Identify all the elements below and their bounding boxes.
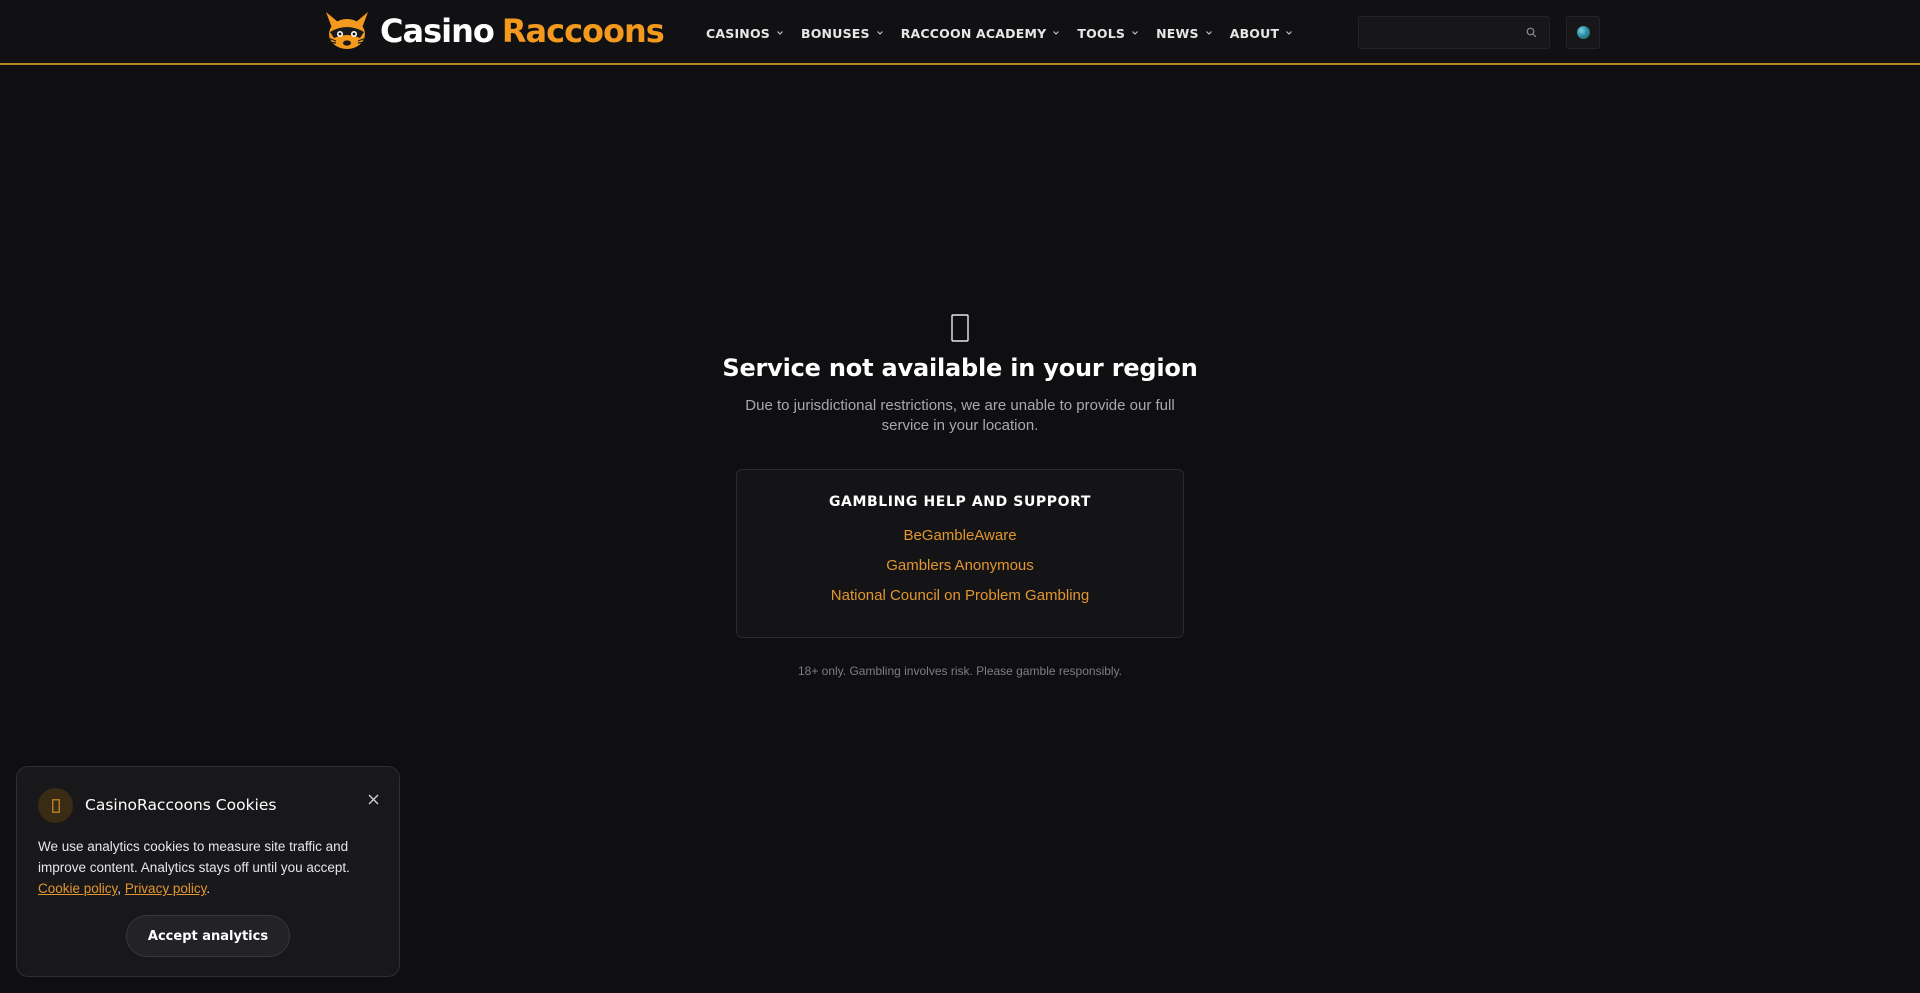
cookie-banner: CasinoRaccoons Cookies We use analytics … [16, 766, 400, 977]
search-input[interactable] [1359, 17, 1519, 48]
close-icon[interactable] [365, 791, 381, 807]
nav-item-casinos[interactable]: CASINOS [706, 22, 784, 44]
cookie-body-text: We use analytics cookies to measure site… [38, 839, 350, 875]
nav-item-label: NEWS [1156, 25, 1199, 41]
link-ncpg[interactable]: National Council on Problem Gambling [831, 587, 1089, 604]
gambling-help-box: GAMBLING HELP AND SUPPORT BeGambleAware … [736, 469, 1184, 638]
cookie-policy-link[interactable]: Cookie policy [38, 881, 117, 896]
nav-item-label: RACCOON ACADEMY [900, 25, 1047, 41]
search-icon[interactable] [1526, 27, 1537, 38]
nav-item-about[interactable]: ABOUT [1230, 22, 1294, 44]
nav-item-label: CASINOS [706, 25, 770, 41]
region-block-message: Service not available in your region Due… [0, 300, 1920, 678]
close-glyph [368, 794, 378, 804]
help-box-title: GAMBLING HELP AND SUPPORT [828, 494, 1092, 510]
privacy-policy-link[interactable]: Privacy policy [125, 881, 207, 896]
globe-icon [1576, 26, 1590, 39]
cookie-banner-title: CasinoRaccoons Cookies [85, 796, 277, 814]
nav-item-label: ABOUT [1229, 25, 1280, 41]
link-begambleaware[interactable]: BeGambleAware [903, 527, 1016, 544]
lock-icon [951, 314, 969, 342]
chevron-down-icon [777, 31, 783, 35]
chevron-down-icon [876, 31, 883, 35]
accept-analytics-button[interactable]: Accept analytics [126, 915, 290, 957]
age-disclaimer: 18+ only. Gambling involves risk. Please… [797, 664, 1123, 678]
chevron-down-icon [1205, 31, 1212, 35]
link-gamblers-anonymous[interactable]: Gamblers Anonymous [886, 557, 1034, 574]
cookie-badge [38, 788, 73, 823]
nav-item-news[interactable]: NEWS [1156, 22, 1213, 44]
nav-item-bonuses[interactable]: BONUSES [801, 22, 884, 44]
site-header: Casino Raccoons CASINOS BONUSES RACCOON A… [0, 0, 1920, 65]
link-separator: , [117, 881, 125, 896]
trailing-period: . [206, 881, 211, 896]
site-logo[interactable]: Casino Raccoons [322, 6, 665, 56]
page-title: Service not available in your region [722, 354, 1198, 382]
logo-word-casino: Casino [380, 12, 495, 50]
nav-item-raccoon-academy[interactable]: RACCOON ACADEMY [901, 22, 1061, 44]
raccoon-logo-icon [326, 12, 368, 49]
nav-item-tools[interactable]: TOOLS [1077, 22, 1139, 44]
search-box [1358, 16, 1550, 49]
cookie-icon [51, 798, 60, 813]
main-nav: CASINOS BONUSES RACCOON ACADEMY TOOLS NE… [706, 22, 1310, 44]
page-description: Due to jurisdictional restrictions, we a… [745, 397, 1175, 434]
logo-wordmark: Casino Raccoons [380, 12, 665, 50]
cookie-banner-body: We use analytics cookies to measure site… [38, 836, 383, 899]
chevron-down-icon [1132, 31, 1139, 35]
nav-item-label: BONUSES [801, 25, 870, 41]
chevron-down-icon [1286, 31, 1293, 35]
chevron-down-icon [1053, 31, 1060, 35]
language-button[interactable] [1566, 16, 1600, 49]
logo-word-raccoons: Raccoons [501, 12, 665, 50]
nav-item-label: TOOLS [1077, 25, 1126, 41]
